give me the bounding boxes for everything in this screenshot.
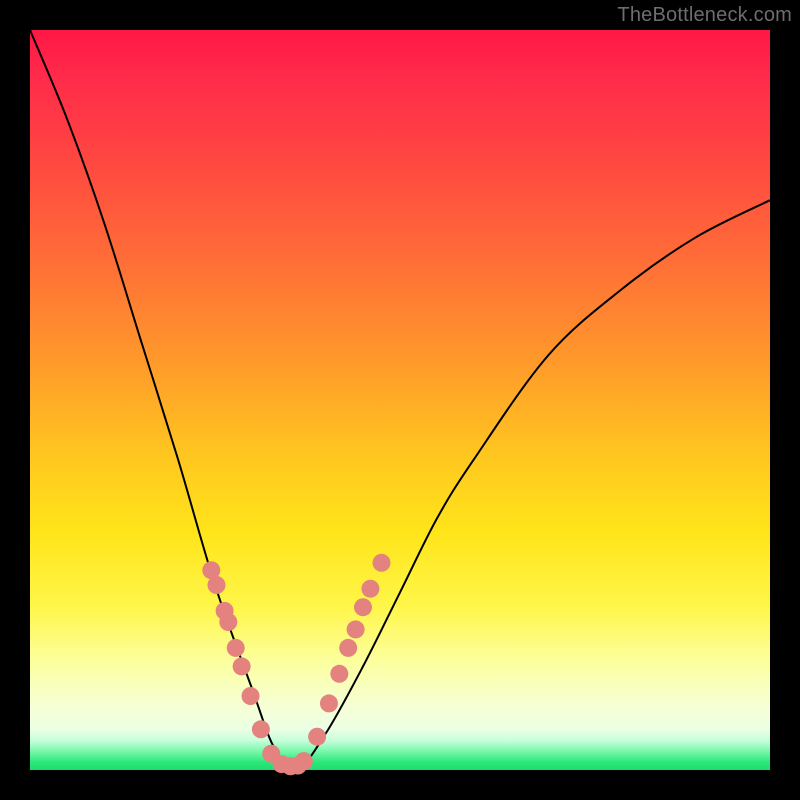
watermark-text: TheBottleneck.com bbox=[617, 4, 792, 27]
marker-dot bbox=[330, 665, 348, 683]
chart-svg bbox=[30, 30, 770, 770]
marker-dot bbox=[354, 598, 372, 616]
marker-dot bbox=[373, 554, 391, 572]
marker-dot bbox=[347, 620, 365, 638]
marker-dot bbox=[339, 639, 357, 657]
marker-dot bbox=[308, 728, 326, 746]
marker-dot bbox=[227, 639, 245, 657]
marker-dot bbox=[295, 752, 313, 770]
marker-group bbox=[202, 554, 390, 776]
marker-dot bbox=[233, 657, 251, 675]
marker-dot bbox=[207, 576, 225, 594]
marker-dot bbox=[361, 580, 379, 598]
marker-dot bbox=[252, 720, 270, 738]
chart-frame bbox=[30, 30, 770, 770]
marker-dot bbox=[320, 694, 338, 712]
marker-dot bbox=[242, 687, 260, 705]
marker-dot bbox=[219, 613, 237, 631]
bottleneck-curve bbox=[30, 30, 770, 770]
